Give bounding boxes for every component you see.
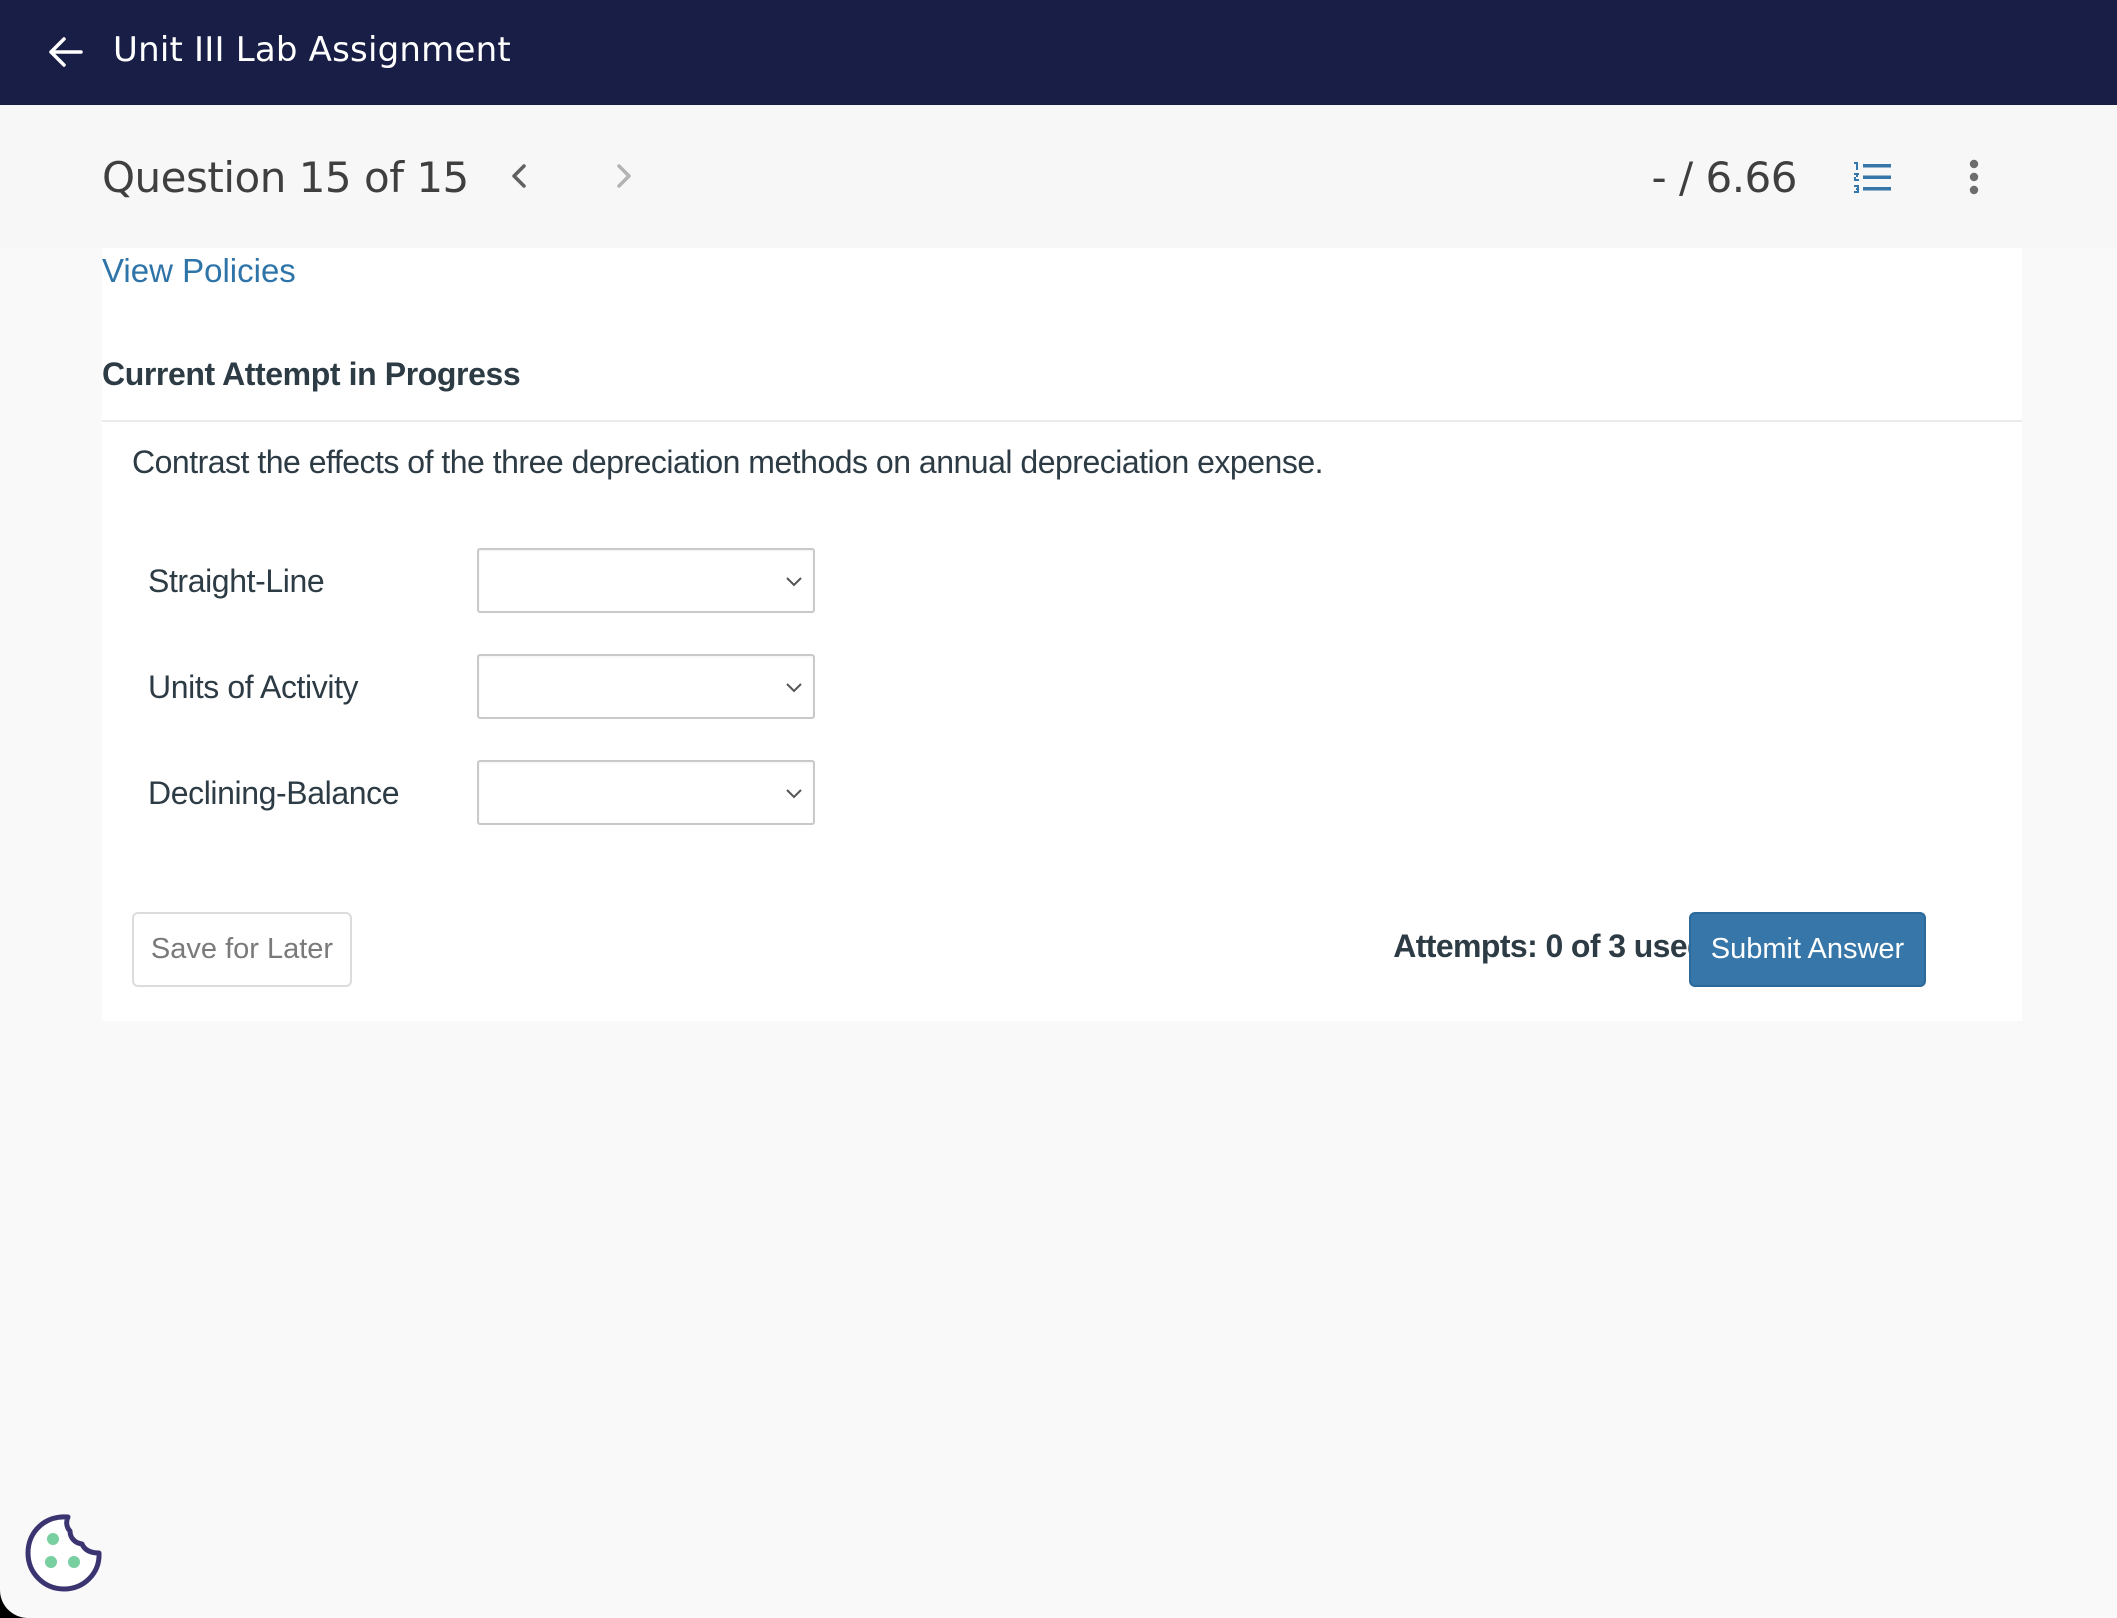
question-prompt: Contrast the effects of the three deprec…: [132, 444, 1324, 480]
question-card: View Policies Current Attempt in Progres…: [102, 248, 2022, 1021]
view-policies-link[interactable]: View Policies: [102, 248, 296, 294]
divider: [102, 420, 2022, 422]
next-question-button[interactable]: [602, 154, 646, 198]
chevron-down-icon: [786, 683, 802, 693]
app-bar: Unit III Lab Assignment: [0, 0, 2117, 105]
declining-balance-label: Declining-Balance: [148, 775, 400, 811]
declining-balance-select[interactable]: [477, 760, 815, 825]
straight-line-select[interactable]: [477, 548, 815, 613]
cookie-settings-button[interactable]: [22, 1511, 106, 1595]
attempt-heading: Current Attempt in Progress: [102, 356, 521, 392]
question-counter: Question 15 of 15: [102, 153, 469, 202]
units-of-activity-label: Units of Activity: [148, 669, 359, 705]
chevron-down-icon: [786, 789, 802, 799]
units-of-activity-select[interactable]: [477, 654, 815, 719]
arrow-left-icon: [49, 37, 83, 67]
chevron-down-icon: [786, 577, 802, 587]
screen: Unit III Lab Assignment Question 15 of 1…: [0, 0, 2117, 1618]
chevron-left-icon: [512, 164, 526, 188]
straight-line-label: Straight-Line: [148, 563, 325, 599]
question-list-button[interactable]: [1850, 155, 1896, 199]
score-display: - / 6.66: [1651, 153, 1797, 202]
back-button[interactable]: [44, 30, 88, 74]
cookie-settings-icon: [25, 1514, 102, 1592]
more-vertical-icon: [1969, 159, 1979, 195]
previous-question-button[interactable]: [497, 154, 541, 198]
assignment-title: Unit III Lab Assignment: [113, 30, 511, 70]
numbered-list-icon: [1854, 162, 1891, 193]
more-options-button[interactable]: [1957, 155, 1991, 199]
submit-answer-button[interactable]: Submit Answer: [1689, 912, 1926, 987]
attempts-counter: Attempts: 0 of 3 used: [1393, 928, 1706, 964]
chevron-right-icon: [617, 164, 631, 188]
save-for-later-button[interactable]: Save for Later: [132, 912, 352, 987]
